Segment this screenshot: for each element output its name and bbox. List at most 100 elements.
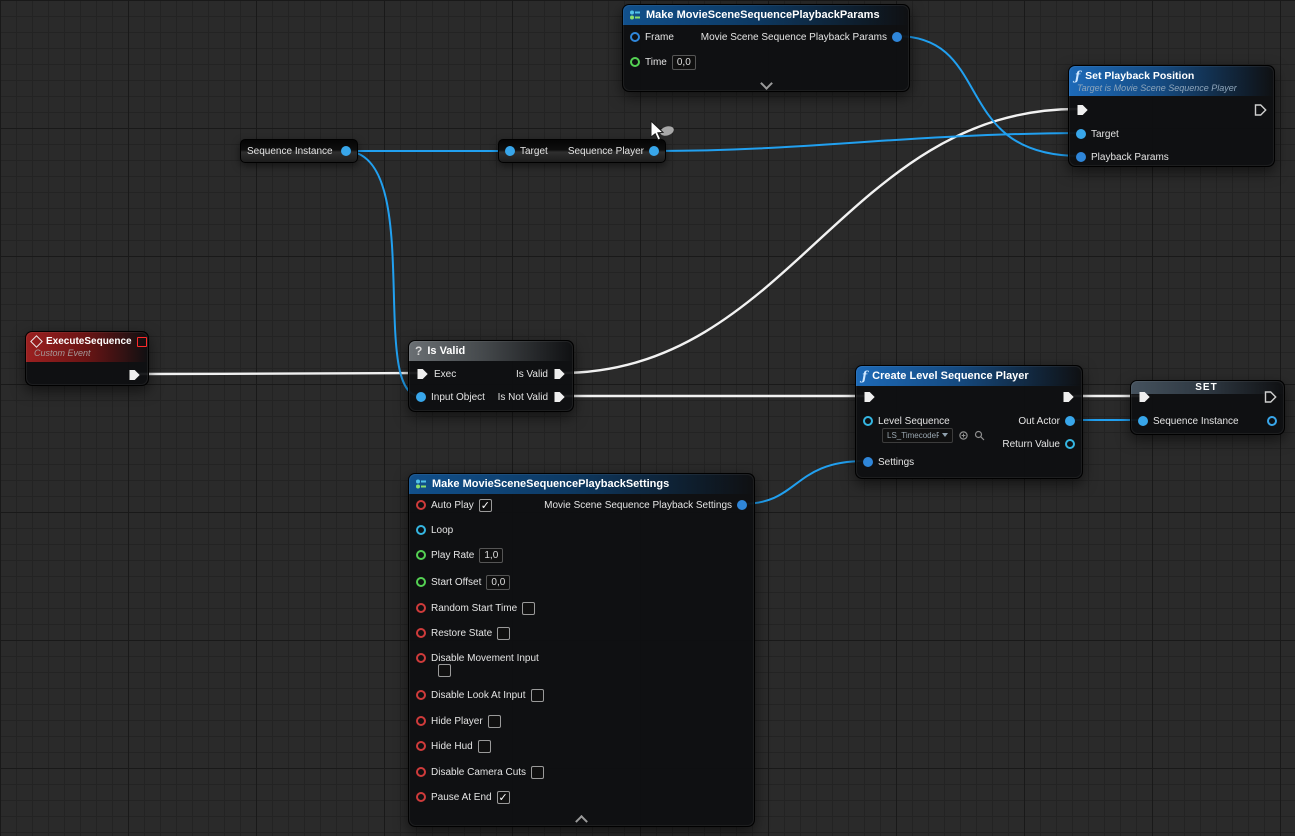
make-struct-icon (629, 9, 641, 21)
pin-settings-input[interactable] (863, 457, 873, 467)
time-value-input[interactable]: 0,0 (672, 55, 696, 70)
pin-label: Target (520, 146, 548, 157)
pin-label: Loop (431, 525, 453, 536)
pin-label: Frame (645, 32, 674, 43)
node-header: ExecuteSequence Custom Event (26, 332, 148, 362)
collapse-chevron-icon[interactable] (760, 77, 773, 90)
pin-disable-movement-input[interactable] (416, 653, 426, 663)
pin-pause-at-end[interactable] (416, 792, 426, 802)
node-header: SET (1131, 381, 1284, 394)
hide-player-checkbox[interactable] (488, 715, 501, 728)
pin-return-value-output[interactable] (1065, 439, 1075, 449)
pin-play-rate[interactable] (416, 550, 426, 560)
pin-label: Return Value (1002, 439, 1060, 450)
node-title: Create Level Sequence Player (872, 370, 1029, 382)
exec-out-pin[interactable] (128, 369, 141, 381)
node-title: SET (1195, 382, 1217, 393)
pin-disable-look-at-input[interactable] (416, 690, 426, 700)
random-start-time-checkbox[interactable] (522, 602, 535, 615)
variable-label: Sequence Instance (247, 146, 333, 157)
exec-is-not-valid-out-pin[interactable] (553, 391, 566, 403)
pin-playback-settings-output[interactable] (737, 500, 747, 510)
pin-label: Hide Hud (431, 741, 473, 752)
exec-in-pin[interactable] (1076, 104, 1089, 116)
disable-camera-cuts-checkbox[interactable] (531, 766, 544, 779)
exec-is-valid-out-pin[interactable] (553, 368, 566, 380)
pin-label: Sequence Player (568, 146, 644, 157)
pin-hide-hud[interactable] (416, 741, 426, 751)
node-get-sequence-player[interactable]: Target Sequence Player (498, 139, 666, 163)
exec-out-pin[interactable] (1264, 391, 1277, 403)
pin-sequence-instance-output[interactable] (341, 146, 351, 156)
auto-play-checkbox[interactable] (479, 499, 492, 512)
node-is-valid[interactable]: ? Is Valid Exec Is Valid Input Object Is… (408, 340, 574, 412)
use-selected-asset-icon[interactable] (958, 430, 969, 441)
node-make-movie-scene-sequence-playback-params[interactable]: Make MovieSceneSequencePlaybackParams Fr… (622, 4, 910, 92)
pin-label: Target (1091, 129, 1119, 140)
node-header: ? Is Valid (409, 341, 573, 361)
pin-playback-params-input[interactable] (1076, 152, 1086, 162)
pin-time-input[interactable] (630, 57, 640, 67)
node-title: ExecuteSequence (46, 336, 132, 347)
node-subtitle: Target is Movie Scene Sequence Player (1077, 83, 1268, 93)
node-execute-sequence-event[interactable]: ExecuteSequence Custom Event (25, 331, 149, 386)
pin-loop[interactable] (416, 525, 426, 535)
node-title: Set Playback Position (1085, 70, 1194, 82)
hide-hud-checkbox[interactable] (478, 740, 491, 753)
collapse-chevron-icon[interactable] (575, 815, 588, 828)
pin-input-object[interactable] (416, 392, 426, 402)
pin-playback-params-output[interactable] (892, 32, 902, 42)
pin-level-sequence-input[interactable] (863, 416, 873, 426)
disable-look-at-input-checkbox[interactable] (531, 689, 544, 702)
pin-auto-play[interactable] (416, 500, 426, 510)
pause-at-end-checkbox[interactable] (497, 791, 510, 804)
pin-start-offset[interactable] (416, 577, 426, 587)
pin-label: Hide Player (431, 716, 483, 727)
pin-out-actor-output[interactable] (1065, 416, 1075, 426)
function-icon: ƒ (862, 370, 867, 382)
exec-in-pin[interactable] (1138, 391, 1151, 403)
pin-label: Exec (434, 369, 456, 380)
node-set-playback-position[interactable]: ƒ Set Playback Position Target is Movie … (1068, 65, 1275, 167)
pin-label: Movie Scene Sequence Playback Params (701, 32, 887, 43)
pin-sequence-instance-input[interactable] (1138, 416, 1148, 426)
asset-picker-dropdown[interactable]: LS_TimecodePr (882, 428, 953, 443)
function-icon: ƒ (1075, 70, 1080, 82)
pin-label: Auto Play (431, 500, 474, 511)
node-get-sequence-instance[interactable]: Sequence Instance (240, 139, 358, 163)
disable-movement-input-checkbox[interactable] (438, 664, 451, 677)
pin-label: Input Object (431, 392, 485, 403)
pin-target-input[interactable] (505, 146, 515, 156)
pin-label: Movie Scene Sequence Playback Settings (544, 500, 732, 511)
pin-sequence-instance-output[interactable] (1267, 416, 1277, 426)
pin-label: Play Rate (431, 550, 474, 561)
pin-label: Random Start Time (431, 603, 517, 614)
browse-asset-icon[interactable] (974, 430, 985, 441)
restore-state-checkbox[interactable] (497, 627, 510, 640)
node-create-level-sequence-player[interactable]: ƒ Create Level Sequence Player Level Seq… (855, 365, 1083, 479)
play-rate-input[interactable]: 1,0 (479, 548, 503, 563)
exec-in-pin[interactable] (416, 368, 429, 380)
event-editable-indicator-icon[interactable] (137, 337, 147, 347)
exec-out-pin[interactable] (1254, 104, 1267, 116)
pin-label: Pause At End (431, 792, 492, 803)
pin-hide-player[interactable] (416, 716, 426, 726)
pin-label: Restore State (431, 628, 492, 639)
pin-label: Is Not Valid (498, 392, 548, 403)
pin-label: Level Sequence (878, 416, 950, 427)
node-header: Make MovieSceneSequencePlaybackParams (623, 5, 909, 25)
asset-name: LS_TimecodePr (887, 431, 939, 440)
exec-out-pin[interactable] (1062, 391, 1075, 403)
node-make-movie-scene-sequence-playback-settings[interactable]: Make MovieSceneSequencePlaybackSettings … (408, 473, 755, 827)
pin-frame-input[interactable] (630, 32, 640, 42)
custom-event-icon (30, 335, 43, 348)
pin-target-input[interactable] (1076, 129, 1086, 139)
pin-restore-state[interactable] (416, 628, 426, 638)
pin-disable-camera-cuts[interactable] (416, 767, 426, 777)
pin-sequence-player-output[interactable] (649, 146, 659, 156)
pin-random-start-time[interactable] (416, 603, 426, 613)
exec-in-pin[interactable] (863, 391, 876, 403)
start-offset-input[interactable]: 0,0 (486, 575, 510, 590)
node-set-sequence-instance[interactable]: SET Sequence Instance (1130, 380, 1285, 435)
pin-label: Start Offset (431, 577, 481, 588)
